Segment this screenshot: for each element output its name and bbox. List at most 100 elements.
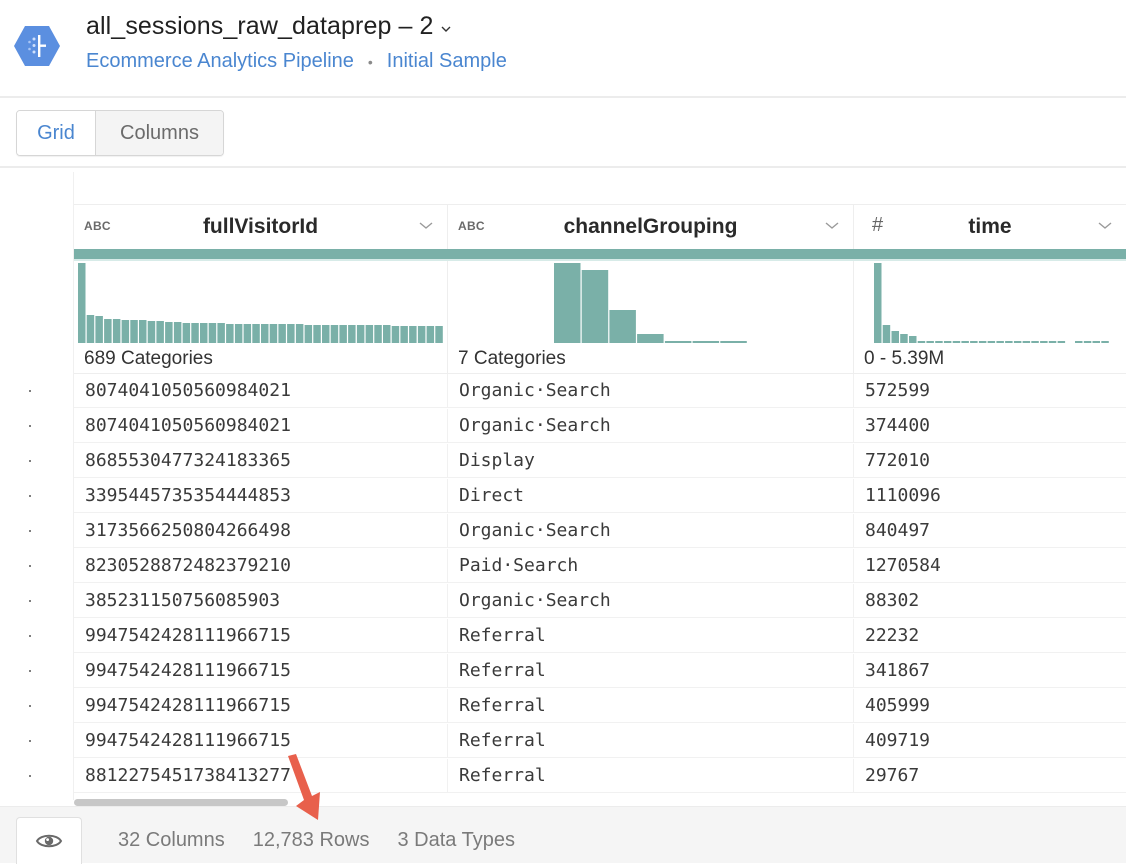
histogram-bar[interactable] — [1075, 341, 1083, 343]
histogram-bar[interactable] — [86, 315, 95, 343]
histogram-bar[interactable] — [330, 325, 339, 343]
histogram-bar[interactable] — [926, 341, 934, 343]
data-quality-bar[interactable] — [854, 249, 1126, 261]
histogram-bar[interactable] — [1013, 341, 1022, 343]
table-cell-fullVisitorId[interactable]: 9947542428111966715 — [74, 724, 448, 758]
table-cell-fullVisitorId[interactable]: 385231150756085903 — [74, 584, 448, 618]
table-cell-channelGrouping[interactable]: Referral — [448, 619, 854, 653]
table-row[interactable]: 8230528872482379210 Paid·Search 1270584 — [0, 549, 1126, 584]
table-row[interactable]: 9947542428111966715 Referral 409719 — [0, 724, 1126, 759]
histogram-bar[interactable] — [581, 270, 609, 343]
histogram-bar[interactable] — [1040, 341, 1048, 343]
histogram-bar[interactable] — [426, 326, 435, 343]
histogram-bar[interactable] — [1057, 341, 1066, 343]
column-histogram[interactable] — [854, 261, 1126, 347]
table-cell-channelGrouping[interactable]: Paid·Search — [448, 549, 854, 583]
histogram-bar[interactable] — [261, 324, 269, 343]
histogram-bar[interactable] — [987, 341, 996, 343]
table-cell-channelGrouping[interactable]: Referral — [448, 689, 854, 723]
histogram-bar[interactable] — [226, 324, 234, 343]
table-cell-time[interactable]: 1270584 — [854, 549, 1126, 583]
table-cell-channelGrouping[interactable]: Referral — [448, 759, 854, 793]
table-row[interactable]: 3395445735354444853 Direct 1110096 — [0, 479, 1126, 514]
histogram-bar[interactable] — [970, 341, 978, 343]
histogram-bar[interactable] — [78, 263, 86, 343]
table-cell-channelGrouping[interactable]: Referral — [448, 654, 854, 688]
histogram-bar[interactable] — [1022, 341, 1031, 343]
table-cell-time[interactable]: 29767 — [854, 759, 1126, 793]
histogram-bar[interactable] — [1101, 341, 1109, 343]
column-name[interactable]: fullVisitorId — [74, 215, 447, 239]
table-cell-time[interactable]: 772010 — [854, 444, 1126, 478]
histogram-bar[interactable] — [208, 323, 217, 343]
histogram-bar[interactable] — [882, 325, 891, 343]
histogram-bar[interactable] — [278, 324, 286, 343]
histogram-bar[interactable] — [243, 324, 252, 343]
table-row[interactable]: 385231150756085903 Organic·Search 88302 — [0, 584, 1126, 619]
histogram-bar[interactable] — [304, 325, 313, 343]
histogram-bar[interactable] — [1083, 341, 1092, 343]
table-cell-channelGrouping[interactable]: Organic·Search — [448, 514, 854, 548]
histogram-bar[interactable] — [943, 341, 952, 343]
table-cell-fullVisitorId[interactable]: 9947542428111966715 — [74, 654, 448, 688]
histogram-bar[interactable] — [383, 325, 391, 343]
histogram-bar[interactable] — [900, 334, 908, 343]
histogram-bar[interactable] — [348, 325, 356, 343]
table-cell-time[interactable]: 840497 — [854, 514, 1126, 548]
histogram-bar[interactable] — [95, 316, 103, 343]
histogram-bar[interactable] — [1048, 341, 1057, 343]
histogram-bar[interactable] — [200, 323, 208, 343]
table-cell-fullVisitorId[interactable]: 8230528872482379210 — [74, 549, 448, 583]
table-row[interactable]: 8812275451738413277 Referral 29767 — [0, 759, 1126, 794]
table-row[interactable]: 9947542428111966715 Referral 22232 — [0, 619, 1126, 654]
column-menu-chevron-icon[interactable] — [419, 221, 433, 231]
histogram-bar[interactable] — [182, 323, 191, 343]
histogram-bar[interactable] — [121, 320, 130, 343]
histogram-bar[interactable] — [952, 341, 961, 343]
histogram-bar[interactable] — [287, 324, 295, 343]
histogram-bar[interactable] — [365, 325, 374, 343]
table-cell-channelGrouping[interactable]: Organic·Search — [448, 584, 854, 618]
table-cell-time[interactable]: 88302 — [854, 584, 1126, 618]
table-cell-time[interactable]: 409719 — [854, 724, 1126, 758]
column-menu-chevron-icon[interactable] — [1098, 221, 1112, 231]
histogram-bar[interactable] — [130, 320, 138, 343]
column-menu-chevron-icon[interactable] — [825, 221, 839, 231]
histogram-bar[interactable] — [961, 341, 969, 343]
title-chevron-down-icon[interactable] — [440, 23, 452, 35]
table-cell-time[interactable]: 374400 — [854, 409, 1126, 443]
histogram-bar[interactable] — [935, 341, 943, 343]
histogram-bar[interactable] — [554, 263, 581, 343]
table-cell-fullVisitorId[interactable]: 8074041050560984021 — [74, 409, 448, 443]
table-row[interactable]: 8074041050560984021 Organic·Search 374400 — [0, 409, 1126, 444]
table-cell-fullVisitorId[interactable]: 9947542428111966715 — [74, 619, 448, 653]
data-quality-bar[interactable] — [448, 249, 854, 261]
table-row[interactable]: 8074041050560984021 Organic·Search 572599 — [0, 374, 1126, 409]
histogram-bar[interactable] — [191, 323, 199, 343]
column-name[interactable]: time — [854, 215, 1126, 239]
tab-columns[interactable]: Columns — [96, 111, 223, 155]
histogram-bar[interactable] — [269, 324, 278, 343]
toggle-visibility-button[interactable] — [16, 817, 82, 864]
histogram-bar[interactable] — [417, 326, 426, 343]
histogram-bar[interactable] — [165, 322, 173, 343]
histogram-bar[interactable] — [909, 336, 917, 343]
histogram-bar[interactable] — [1092, 341, 1101, 343]
table-row[interactable]: 9947542428111966715 Referral 341867 — [0, 654, 1126, 689]
histogram-bar[interactable] — [664, 341, 692, 343]
histogram-bar[interactable] — [400, 326, 408, 343]
histogram-bar[interactable] — [356, 325, 365, 343]
histogram-bar[interactable] — [917, 341, 926, 343]
histogram-bar[interactable] — [339, 325, 347, 343]
table-cell-time[interactable]: 572599 — [854, 374, 1126, 408]
table-cell-fullVisitorId[interactable]: 8812275451738413277 — [74, 759, 448, 793]
histogram-bar[interactable] — [374, 325, 382, 343]
histogram-bar[interactable] — [1005, 341, 1013, 343]
table-cell-fullVisitorId[interactable]: 9947542428111966715 — [74, 689, 448, 723]
histogram-bar[interactable] — [112, 319, 121, 343]
breadcrumb-flow-link[interactable]: Ecommerce Analytics Pipeline — [86, 50, 354, 73]
histogram-bar[interactable] — [139, 320, 147, 343]
horizontal-scrollbar[interactable] — [74, 799, 288, 806]
table-row[interactable]: 3173566250804266498 Organic·Search 840497 — [0, 514, 1126, 549]
histogram-bar[interactable] — [156, 321, 164, 343]
